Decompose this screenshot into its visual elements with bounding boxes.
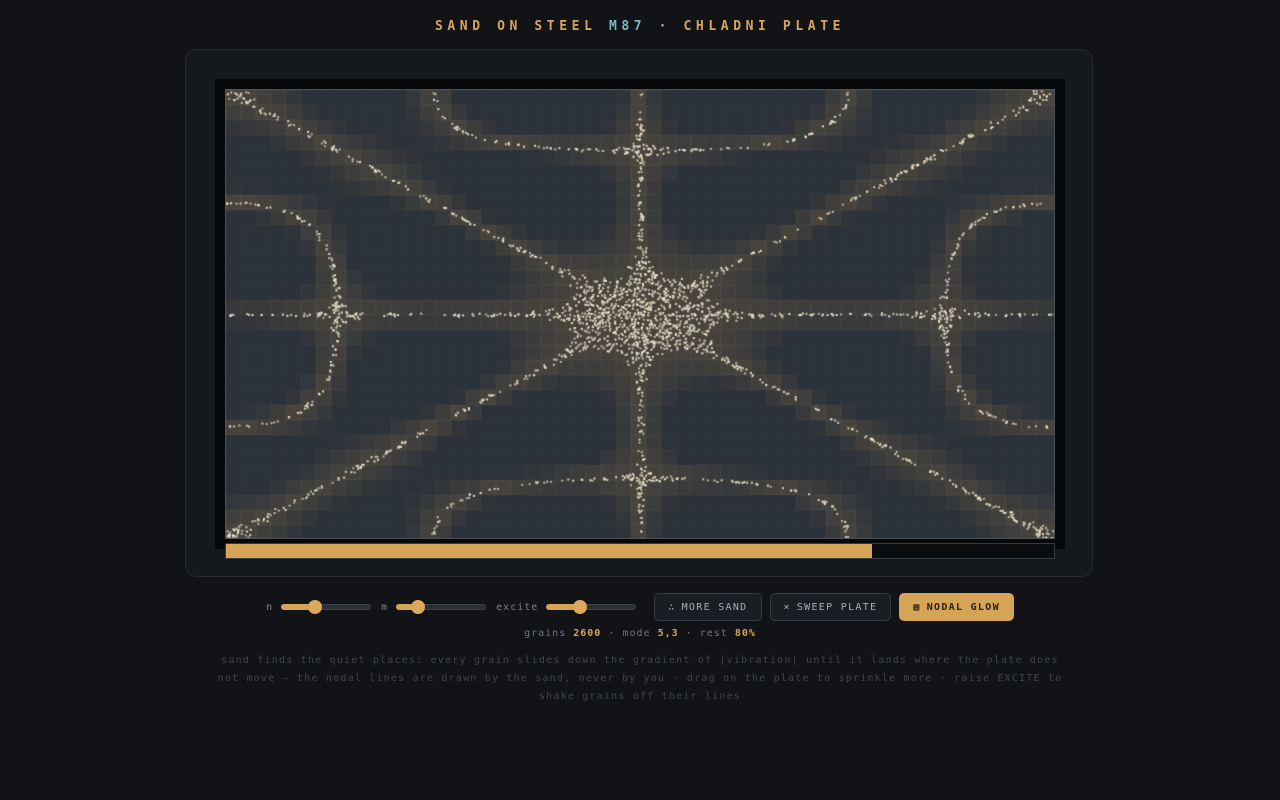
m-slider[interactable] — [396, 600, 487, 614]
n-label: n — [266, 601, 274, 613]
n-slider-knob[interactable] — [308, 600, 323, 614]
m-label: m — [381, 601, 389, 613]
page-title: SAND ON STEEL M87 · CHLADNI PLATE — [434, 19, 846, 34]
excite-label: excite — [496, 601, 539, 613]
n-slider[interactable] — [281, 600, 372, 614]
excite-slider-knob[interactable] — [573, 600, 588, 614]
close-icon: × — [783, 601, 791, 613]
rest-value: 80% — [734, 628, 756, 639]
status-line: grains 2600 · mode 5,3 · rest 80% — [524, 628, 756, 639]
chladni-plate[interactable] — [225, 89, 1055, 539]
sand-canvas[interactable] — [226, 90, 1054, 538]
rest-progress-fill — [226, 544, 872, 558]
description: sand finds the quiet places: every grain… — [217, 655, 1063, 702]
controls-row: n m excite ∴ MORE SAND × SWEEP PLATE ▦ N… — [0, 592, 1280, 622]
sweep-plate-button[interactable]: × SWEEP PLATE — [769, 593, 892, 621]
m-slider-knob[interactable] — [410, 600, 425, 614]
mode-value: 5,3 — [657, 628, 679, 639]
grid-icon: ▦ — [913, 601, 921, 613]
grain-count: 2600 — [573, 628, 602, 639]
model-code: M87 — [608, 19, 647, 34]
sand-dots-icon: ∴ — [668, 601, 676, 613]
excite-slider[interactable] — [546, 600, 637, 614]
rest-progress-bar — [225, 543, 1055, 559]
more-sand-button[interactable]: ∴ MORE SAND — [654, 593, 762, 621]
nodal-glow-button[interactable]: ▦ NODAL GLOW — [899, 593, 1014, 621]
